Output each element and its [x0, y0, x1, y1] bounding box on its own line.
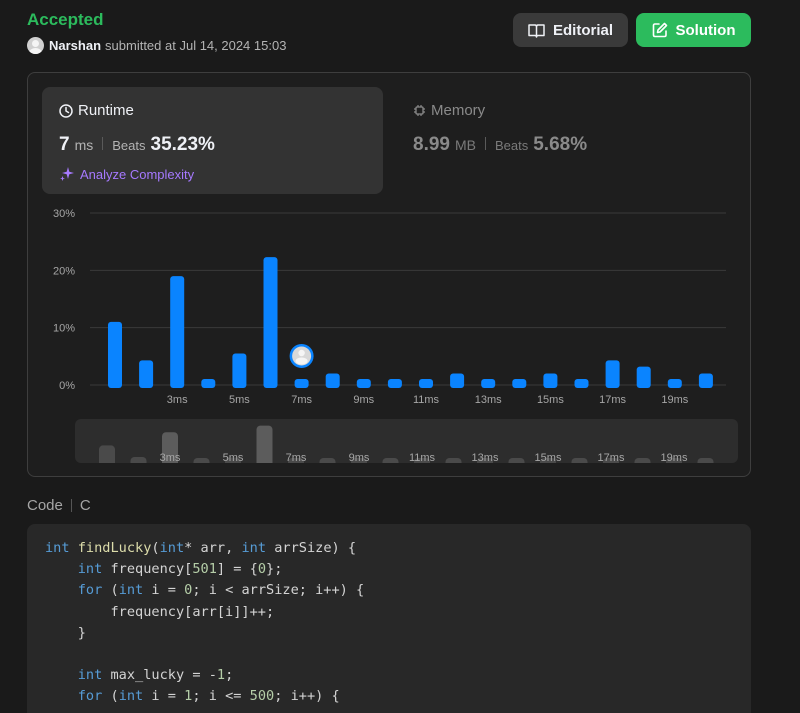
- submission-status: Accepted: [27, 10, 104, 29]
- performance-panel: Runtime 7 ms Beats 35.23% Analyze Comple…: [27, 72, 751, 477]
- overview-bar: [508, 458, 525, 463]
- overview-bar: [382, 458, 399, 463]
- overview-bar: [99, 445, 115, 463]
- overview-bar: [130, 456, 147, 463]
- x-tick-label: 15ms: [537, 394, 564, 406]
- edit-icon: [652, 22, 667, 38]
- x-tick-label: 5ms: [229, 394, 250, 406]
- bar: [263, 257, 278, 388]
- overview-bar: [697, 458, 714, 463]
- overview-tick-label: 5ms: [223, 452, 244, 463]
- overview-tick-label: 19ms: [661, 452, 688, 463]
- overview-tick-label: 15ms: [535, 452, 562, 463]
- overview-bar: [193, 458, 210, 463]
- bar: [170, 276, 185, 388]
- overview-bar: [445, 458, 462, 463]
- chart-overview-scroller[interactable]: 3ms 5ms 7ms 9ms 11ms 13ms 15ms 17ms 19ms: [75, 419, 738, 463]
- bar: [543, 373, 558, 388]
- bar: [667, 379, 682, 388]
- code-language: C: [79, 497, 91, 514]
- bar: [387, 379, 402, 388]
- x-tick-label: 9ms: [353, 394, 374, 406]
- y-tick-label: 10%: [53, 323, 75, 335]
- bar: [574, 379, 589, 388]
- bar: [325, 373, 340, 388]
- x-tick-label: 11ms: [413, 394, 440, 406]
- overview-tick-label: 17ms: [598, 452, 625, 463]
- bar: [512, 379, 527, 388]
- overview-bar: [256, 425, 273, 463]
- y-tick-label: 0%: [59, 380, 75, 392]
- overview-tick-label: 3ms: [160, 452, 181, 463]
- x-tick-label: 13ms: [475, 394, 502, 406]
- submission-byline: Narshan submitted at Jul 14, 2024 15:03: [27, 37, 286, 54]
- x-tick-label: 7ms: [291, 394, 312, 406]
- avatar[interactable]: [27, 37, 44, 54]
- y-tick-label: 20%: [53, 265, 75, 277]
- bar: [108, 321, 122, 388]
- solution-label: Solution: [675, 21, 736, 39]
- overview-tick-label: 7ms: [286, 452, 307, 463]
- submitted-time: submitted at Jul 14, 2024 15:03: [105, 38, 287, 53]
- bar: [232, 353, 247, 388]
- bar: [201, 379, 216, 388]
- bar: [605, 360, 620, 388]
- overview-bar: [319, 458, 336, 463]
- bar: [419, 379, 433, 388]
- x-tick-label: 3ms: [167, 394, 188, 406]
- x-tick-label: 17ms: [599, 394, 626, 406]
- code-header: Code C: [27, 497, 91, 514]
- bar: [356, 379, 371, 388]
- bar: [698, 373, 713, 388]
- overview-bar: [634, 458, 651, 463]
- editorial-button[interactable]: Editorial: [513, 13, 628, 47]
- divider: [70, 499, 72, 512]
- solution-button[interactable]: Solution: [636, 13, 751, 47]
- username-link[interactable]: Narshan: [49, 38, 101, 53]
- x-tick-label: 19ms: [661, 394, 688, 406]
- bar: [481, 379, 496, 388]
- bar: [294, 379, 309, 388]
- y-tick-label: 30%: [53, 208, 75, 220]
- runtime-distribution-chart: 30% 20% 10% 0% 3ms 5ms 7ms 9ms 11ms 13ms 15ms 17ms 1…: [53, 208, 726, 406]
- bar: [139, 360, 154, 388]
- overview-chart: 3ms 5ms 7ms 9ms 11ms 13ms 15ms 17ms 19ms: [99, 425, 714, 463]
- code-label: Code: [27, 497, 63, 514]
- bar: [636, 366, 651, 388]
- bar: [450, 373, 465, 388]
- overview-bar: [571, 458, 588, 463]
- submission-avatar-body: [295, 357, 308, 365]
- submission-avatar-head: [298, 349, 305, 357]
- editorial-label: Editorial: [552, 21, 613, 39]
- overview-tick-label: 11ms: [409, 452, 436, 463]
- overview-tick-label: 9ms: [349, 452, 370, 463]
- code-editor[interactable]: int findLucky(int* arr, int arrSize) { i…: [27, 524, 751, 713]
- overview-tick-label: 13ms: [472, 452, 499, 463]
- book-icon: [528, 23, 545, 38]
